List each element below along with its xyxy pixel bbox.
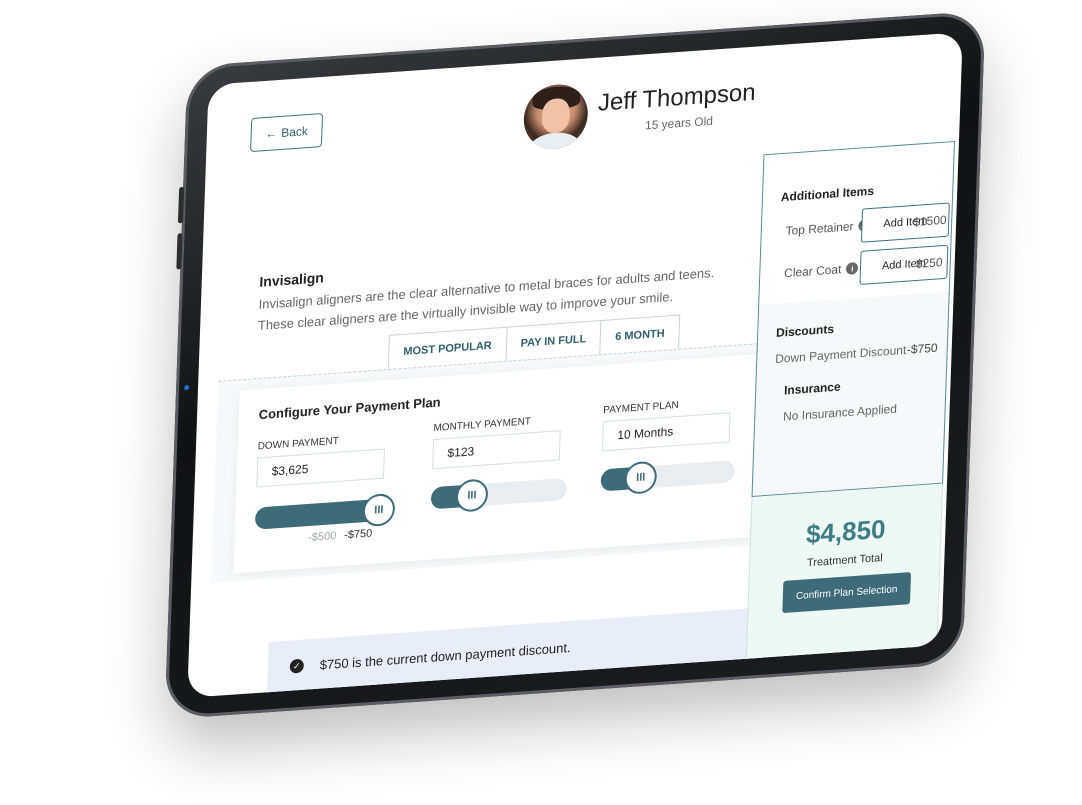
payment-plan-slider[interactable]: III (600, 460, 735, 495)
additional-items-title: Additional Items (780, 183, 875, 205)
top-retainer-price: $1500 (913, 212, 947, 230)
summary-column: Additional Items Top Retainer i Add Item… (745, 140, 956, 678)
confirm-plan-button[interactable]: Confirm Plan Selection (782, 572, 912, 614)
clear-coat-price: $250 (915, 255, 943, 272)
payment-plan-title: Configure Your Payment Plan (258, 394, 441, 423)
discounts-panel: Discounts Down Payment Discount -$750 In… (751, 291, 950, 498)
tablet-device: ← Back Jeff Thompson 15 years Old Invisa… (164, 10, 986, 720)
down-payment-label: DOWN PAYMENT (257, 435, 339, 453)
payment-plan-card: Configure Your Payment Plan DOWN PAYMENT… (233, 352, 779, 574)
payment-plan-label: PAYMENT PLAN (603, 399, 679, 417)
insurance-status: No Insurance Applied (782, 401, 898, 424)
payment-plan-select[interactable]: 10 Months (601, 412, 731, 452)
app-screen: ← Back Jeff Thompson 15 years Old Invisa… (187, 32, 963, 698)
slider-thumb-grip-icon[interactable]: III (455, 478, 489, 513)
treatment-total-amount: $4,850 (805, 513, 887, 550)
down-payment-range-min: -$500 (308, 530, 337, 545)
insurance-title: Insurance (783, 379, 841, 398)
down-payment-discount-value: -$750 (906, 340, 938, 357)
info-icon[interactable]: i (846, 261, 859, 275)
down-payment-range-max: -$750 (343, 527, 373, 542)
additional-items-panel: Additional Items Top Retainer i Add Item… (758, 140, 956, 308)
check-circle-icon: ✓ (289, 658, 305, 674)
product-title: Invisalign (259, 269, 325, 290)
slider-thumb-grip-icon[interactable]: III (362, 492, 396, 528)
payment-plan-panel: Configure Your Payment Plan DOWN PAYMENT… (211, 341, 787, 583)
top-retainer-label: Top Retainer i (785, 218, 871, 238)
patient-age: 15 years Old (644, 113, 714, 133)
monthly-payment-label: MONTHLY PAYMENT (433, 416, 532, 435)
discounts-title: Discounts (775, 321, 835, 340)
discount-notice-text: $750 is the current down payment discoun… (319, 639, 571, 673)
avatar (522, 82, 589, 152)
down-payment-slider[interactable]: III (254, 492, 396, 530)
clear-coat-label: Clear Coat i (784, 261, 859, 280)
down-payment-input[interactable]: $3,625 (256, 448, 386, 488)
back-label: Back (280, 124, 309, 140)
back-button[interactable]: ← Back (250, 112, 324, 153)
monthly-payment-slider[interactable]: III (430, 477, 568, 513)
patient-name: Jeff Thompson (597, 78, 757, 117)
slider-thumb-grip-icon[interactable]: III (624, 460, 658, 495)
down-payment-discount-label: Down Payment Discount (774, 342, 907, 367)
monthly-payment-input[interactable]: $123 (432, 430, 561, 470)
arrow-left-icon: ← (265, 126, 278, 142)
